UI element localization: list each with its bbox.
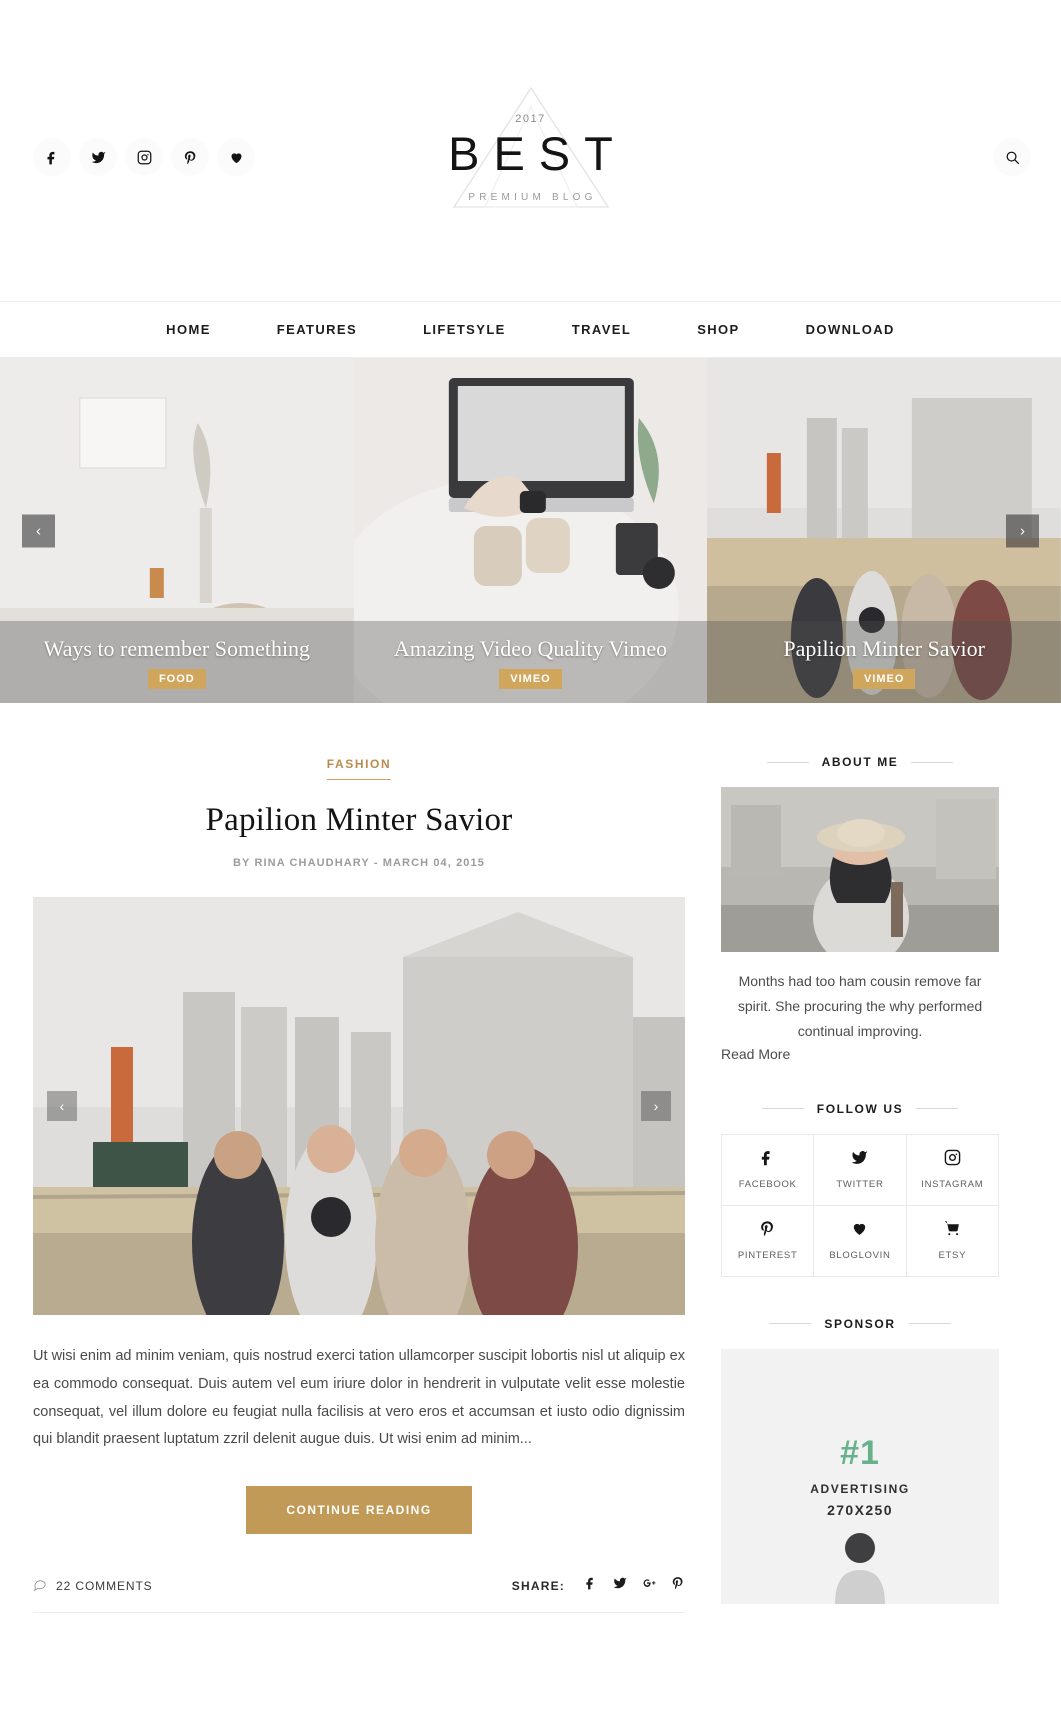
search-icon[interactable] — [993, 138, 1031, 176]
nav-item-features[interactable]: FEATURES — [244, 322, 390, 337]
main-content: FASHION Papilion Minter Savior BY RINA C… — [33, 703, 685, 1614]
nav-item-home[interactable]: HOME — [133, 322, 244, 337]
twitter-icon[interactable] — [79, 138, 117, 176]
widget-sponsor: SPONSOR #1 ADVERTISING 270X250 — [721, 1317, 999, 1604]
site-logo[interactable]: 2017 BEST PREMIUM BLOG — [431, 85, 631, 215]
share-bar: SHARE: — [512, 1576, 685, 1595]
post-excerpt: Ut wisi enim ad minim veniam, quis nostr… — [33, 1348, 685, 1448]
about-text: Months had too ham cousin remove far spi… — [737, 973, 983, 1039]
follow-label: INSTAGRAM — [921, 1179, 984, 1191]
header-social-links — [33, 138, 255, 176]
facebook-icon — [759, 1149, 776, 1171]
instagram-icon — [944, 1149, 961, 1171]
slide-title: Papilion Minter Savior — [783, 635, 985, 661]
pinterest-icon[interactable] — [171, 138, 209, 176]
follow-cell-etsy[interactable]: ETSY — [906, 1205, 999, 1277]
continue-reading-button[interactable]: CONTINUE READING — [246, 1486, 472, 1535]
nav-item-download[interactable]: DOWNLOAD — [773, 322, 928, 337]
slide-title: Ways to remember Something — [43, 635, 311, 661]
post-article: FASHION Papilion Minter Savior BY RINA C… — [33, 755, 685, 1614]
post-image-prev-button[interactable]: ‹ — [47, 1091, 77, 1121]
post-featured-image[interactable]: ‹ › — [33, 897, 685, 1315]
sponsor-banner[interactable]: #1 ADVERTISING 270X250 — [721, 1348, 999, 1604]
comments-link[interactable]: 22 COMMENTS — [33, 1577, 153, 1594]
logo-year: 2017 — [515, 113, 546, 126]
follow-cell-facebook[interactable]: FACEBOOK — [722, 1134, 815, 1206]
instagram-icon[interactable] — [125, 138, 163, 176]
nav-item-shop[interactable]: SHOP — [664, 322, 772, 337]
follow-cell-twitter[interactable]: TWITTER — [814, 1134, 907, 1206]
slide-caption: Ways to remember Something FOOD — [0, 621, 354, 703]
google-plus-icon[interactable] — [642, 1576, 656, 1595]
sponsor-line-1: ADVERTISING — [810, 1482, 910, 1497]
nav-item-lifestyle[interactable]: LIFETSYLE — [390, 322, 539, 337]
twitter-icon — [851, 1149, 868, 1171]
follow-label: ETSY — [938, 1250, 967, 1262]
continue-reading-wrapper: CONTINUE READING — [33, 1486, 685, 1535]
slide-category-badge[interactable]: FOOD — [147, 668, 206, 689]
post-title[interactable]: Papilion Minter Savior — [33, 802, 685, 839]
post-meta: BY RINA CHAUDHARY - MARCH 04, 2015 — [233, 857, 485, 869]
bloglovin-icon — [851, 1220, 868, 1242]
slide-caption: Papilion Minter Savior VIMEO — [707, 621, 1061, 703]
follow-label: PINTEREST — [737, 1250, 798, 1262]
main-navigation: HOME FEATURES LIFETSYLE TRAVEL SHOP DOWN… — [0, 302, 1061, 358]
widget-about-me: ABOUT ME Months had too ham cousin remov… — [721, 755, 999, 1062]
logo-tagline: PREMIUM BLOG — [468, 191, 597, 203]
slide-item[interactable]: Amazing Video Quality Vimeo VIMEO — [353, 358, 708, 703]
comments-count-label: 22 COMMENTS — [56, 1578, 153, 1593]
bloglovin-icon[interactable] — [217, 138, 255, 176]
pinterest-icon[interactable] — [671, 1576, 685, 1595]
widget-follow-us: FOLLOW US FACEBOOK TWITTER INSTAGRAM PIN… — [721, 1102, 999, 1277]
post-footer: 22 COMMENTS SHARE: — [33, 1576, 685, 1614]
site-header: 2017 BEST PREMIUM BLOG — [0, 0, 1061, 302]
follow-label: FACEBOOK — [738, 1179, 797, 1191]
widget-title-follow: FOLLOW US — [721, 1102, 999, 1116]
post-category-wrapper: FASHION — [33, 755, 685, 780]
slide-category-badge[interactable]: VIMEO — [852, 668, 916, 689]
slide-title: Amazing Video Quality Vimeo — [393, 635, 668, 661]
featured-slider: ‹ › Ways to remember Something FOOD Amaz… — [0, 358, 1061, 703]
post-category-link[interactable]: FASHION — [326, 757, 392, 780]
widget-title-sponsor: SPONSOR — [721, 1317, 999, 1331]
facebook-icon[interactable] — [584, 1576, 598, 1595]
about-photo — [721, 787, 999, 952]
slider-next-button[interactable]: › — [1006, 514, 1039, 547]
follow-label: TWITTER — [836, 1179, 884, 1191]
pinterest-icon — [759, 1220, 776, 1242]
comment-bubble-icon — [33, 1577, 47, 1594]
logo-name: BEST — [448, 127, 627, 181]
nav-item-travel[interactable]: TRAVEL — [539, 322, 664, 337]
follow-cell-pinterest[interactable]: PINTEREST — [722, 1205, 815, 1277]
cart-icon — [944, 1220, 961, 1242]
sponsor-line-2: 270X250 — [827, 1502, 893, 1519]
sponsor-rank: #1 — [840, 1434, 880, 1473]
slide-category-badge[interactable]: VIMEO — [499, 668, 562, 689]
share-label: SHARE: — [511, 1578, 565, 1593]
follow-cell-bloglovin[interactable]: BLOGLOVIN — [814, 1205, 907, 1277]
slider-prev-button[interactable]: ‹ — [22, 514, 55, 547]
content-wrapper: FASHION Papilion Minter Savior BY RINA C… — [0, 703, 1061, 1644]
follow-cell-instagram[interactable]: INSTAGRAM — [906, 1134, 999, 1206]
facebook-icon[interactable] — [33, 138, 71, 176]
follow-label: BLOGLOVIN — [829, 1250, 891, 1262]
slide-caption: Amazing Video Quality Vimeo VIMEO — [353, 621, 708, 703]
about-read-more-link[interactable]: Read More — [721, 1046, 999, 1062]
sponsor-figure-image — [817, 1530, 903, 1604]
follow-grid: FACEBOOK TWITTER INSTAGRAM PINTEREST BLO… — [721, 1133, 999, 1277]
post-image-next-button[interactable]: › — [641, 1091, 671, 1121]
sidebar: ABOUT ME Months had too ham cousin remov… — [721, 703, 999, 1644]
widget-title-about: ABOUT ME — [721, 755, 999, 769]
twitter-icon[interactable] — [613, 1576, 627, 1595]
